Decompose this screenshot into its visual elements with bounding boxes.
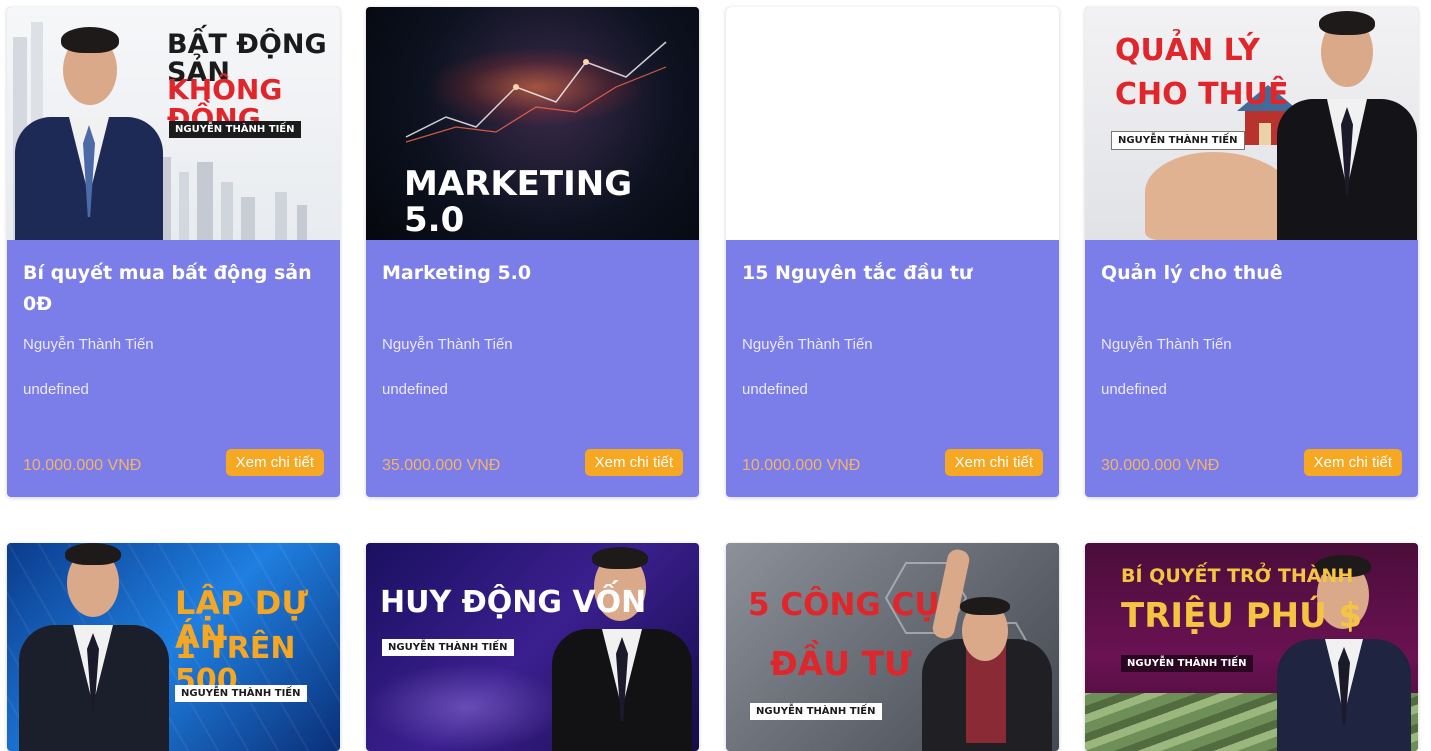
course-price: 35.000.000 VNĐ: [382, 457, 501, 474]
course-card: $ 5 CÔNG CỤ ĐẦU TƯ NGUYỄN THÀNH TIẾN: [726, 543, 1059, 751]
banner-tag: NGUYỄN THÀNH TIẾN: [169, 121, 301, 138]
course-thumbnail[interactable]: MARKETING 5.0: [366, 7, 699, 240]
banner-line2: CHO THUÊ: [1115, 77, 1289, 112]
course-extra: undefined: [382, 381, 448, 398]
course-thumbnail[interactable]: [726, 7, 1059, 240]
course-price: 10.000.000 VNĐ: [742, 457, 861, 474]
course-title[interactable]: 15 Nguyên tắc đầu tư: [742, 258, 1043, 320]
course-author: Nguyễn Thành Tiến: [1101, 336, 1232, 353]
hand-with-keys-image: [1145, 152, 1295, 240]
banner-line1: 5 CÔNG CỤ: [748, 587, 940, 623]
course-card: MARKETING 5.0 Marketing 5.0 Nguyễn Thành…: [366, 7, 699, 497]
view-detail-button[interactable]: Xem chi tiết: [584, 449, 683, 476]
course-thumbnail[interactable]: $ 5 CÔNG CỤ ĐẦU TƯ NGUYỄN THÀNH TIẾN: [726, 543, 1059, 751]
view-detail-button[interactable]: Xem chi tiết: [944, 449, 1043, 476]
course-title[interactable]: Marketing 5.0: [382, 258, 683, 320]
view-detail-button[interactable]: Xem chi tiết: [225, 449, 324, 476]
banner-line1: QUẢN LÝ: [1115, 33, 1260, 68]
course-author: Nguyễn Thành Tiến: [382, 336, 513, 353]
banner-line1: HUY ĐỘNG VỐN: [380, 585, 647, 620]
course-author: Nguyễn Thành Tiến: [23, 336, 154, 353]
course-thumbnail[interactable]: HUY ĐỘNG VỐN NGUYỄN THÀNH TIẾN: [366, 543, 699, 751]
course-thumbnail[interactable]: LẬP DỰ ÁN 1 TRÊN 500 NGUYỄN THÀNH TIẾN: [7, 543, 340, 751]
course-extra: undefined: [742, 381, 808, 398]
course-grid: BẤT ĐỘNG SẢN KHÔNG ĐỒNG NGUYỄN THÀNH TIẾ…: [0, 0, 1431, 751]
banner-tag: NGUYỄN THÀNH TIẾN: [1111, 131, 1245, 150]
course-thumbnail[interactable]: BẤT ĐỘNG SẢN KHÔNG ĐỒNG NGUYỄN THÀNH TIẾ…: [7, 7, 340, 240]
course-extra: undefined: [23, 381, 89, 398]
course-thumbnail[interactable]: QUẢN LÝ CHO THUÊ NGUYỄN THÀNH TIẾN: [1085, 7, 1418, 240]
course-card: BẤT ĐỘNG SẢN KHÔNG ĐỒNG NGUYỄN THÀNH TIẾ…: [7, 7, 340, 497]
course-card: QUẢN LÝ CHO THUÊ NGUYỄN THÀNH TIẾN Quản …: [1085, 7, 1418, 497]
course-author: Nguyễn Thành Tiến: [742, 336, 873, 353]
banner-line1: BÍ QUYẾT TRỞ THÀNH: [1121, 565, 1354, 587]
course-info: Quản lý cho thuê Nguyễn Thành Tiến undef…: [1085, 240, 1418, 497]
banner-line2: ĐẦU TƯ: [770, 644, 912, 683]
chart-graphic: [405, 41, 667, 143]
banner-tag: NGUYỄN THÀNH TIẾN: [175, 685, 307, 702]
banner-tag: NGUYỄN THÀNH TIẾN: [1121, 655, 1253, 672]
course-thumbnail[interactable]: BÍ QUYẾT TRỞ THÀNH TRIỆU PHÚ $ NGUYỄN TH…: [1085, 543, 1418, 751]
banner-line1: MARKETING 5.0: [404, 164, 633, 240]
course-card: 15 Nguyên tắc đầu tư Nguyễn Thành Tiến u…: [726, 7, 1059, 497]
course-card: HUY ĐỘNG VỐN NGUYỄN THÀNH TIẾN: [366, 543, 699, 751]
view-detail-button[interactable]: Xem chi tiết: [1303, 449, 1402, 476]
course-title[interactable]: Quản lý cho thuê: [1101, 258, 1402, 320]
banner-tag: NGUYỄN THÀNH TIẾN: [382, 639, 514, 656]
course-price: 10.000.000 VNĐ: [23, 457, 142, 474]
course-info: Bí quyết mua bất động sản 0Đ Nguyễn Thàn…: [7, 240, 340, 497]
course-info: 15 Nguyên tắc đầu tư Nguyễn Thành Tiến u…: [726, 240, 1059, 497]
course-card: BÍ QUYẾT TRỞ THÀNH TRIỆU PHÚ $ NGUYỄN TH…: [1085, 543, 1418, 751]
banner-line2: TRIỆU PHÚ $: [1121, 596, 1363, 636]
course-price: 30.000.000 VNĐ: [1101, 457, 1220, 474]
course-extra: undefined: [1101, 381, 1167, 398]
course-card: LẬP DỰ ÁN 1 TRÊN 500 NGUYỄN THÀNH TIẾN: [7, 543, 340, 751]
course-title[interactable]: Bí quyết mua bất động sản 0Đ: [23, 258, 324, 320]
banner-tag: NGUYỄN THÀNH TIẾN: [750, 703, 882, 720]
course-info: Marketing 5.0 Nguyễn Thành Tiến undefine…: [366, 240, 699, 497]
